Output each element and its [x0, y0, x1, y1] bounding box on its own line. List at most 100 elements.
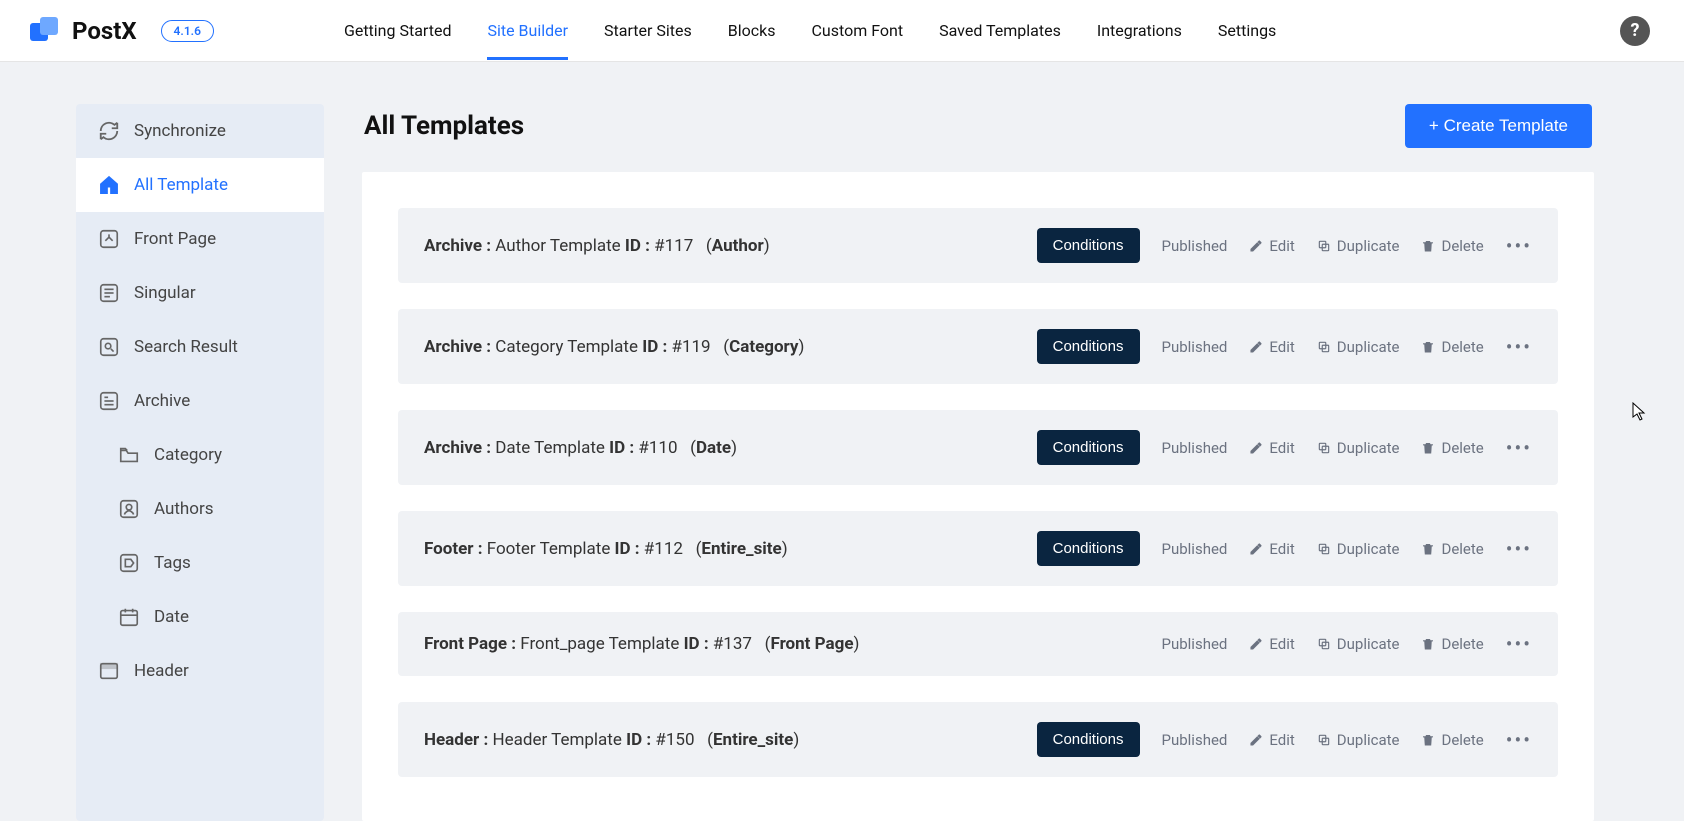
edit-action[interactable]: Edit	[1249, 731, 1294, 749]
more-icon[interactable]: •••	[1506, 537, 1532, 561]
header-icon	[98, 660, 120, 682]
help-icon[interactable]: ?	[1620, 16, 1650, 46]
template-actions: Published Edit Duplicate Delete •••	[1162, 632, 1533, 656]
template-label: Archive : Category Template ID : #119 (C…	[424, 337, 804, 357]
edit-action[interactable]: Edit	[1249, 338, 1294, 356]
sidebar-item-front-page[interactable]: Front Page	[76, 212, 324, 266]
status-published: Published	[1162, 338, 1228, 356]
singular-icon	[98, 282, 120, 304]
front-icon	[98, 228, 120, 250]
conditions-button[interactable]: Conditions	[1037, 228, 1140, 263]
topnav-item-integrations[interactable]: Integrations	[1097, 3, 1182, 58]
more-icon[interactable]: •••	[1506, 728, 1532, 752]
sidebar-item-tags[interactable]: Tags	[76, 536, 324, 590]
home-icon	[98, 174, 120, 196]
edit-action[interactable]: Edit	[1249, 237, 1294, 255]
more-icon[interactable]: •••	[1506, 436, 1532, 460]
sidebar-item-synchronize[interactable]: Synchronize	[76, 104, 324, 158]
sidebar-item-label: Date	[154, 607, 189, 627]
sidebar-item-label: Authors	[154, 499, 214, 519]
template-row: Archive : Author Template ID : #117 (Aut…	[398, 208, 1558, 283]
sidebar-item-label: Category	[154, 445, 222, 465]
more-icon[interactable]: •••	[1506, 632, 1532, 656]
status-published: Published	[1162, 439, 1228, 457]
sidebar-item-search-result[interactable]: Search Result	[76, 320, 324, 374]
template-list: Archive : Author Template ID : #117 (Aut…	[362, 172, 1594, 821]
archive-icon	[98, 390, 120, 412]
template-actions: Conditions Published Edit Duplicate Delete ••…	[1037, 228, 1532, 263]
delete-action[interactable]: Delete	[1421, 237, 1483, 255]
sidebar-item-label: Archive	[134, 391, 190, 411]
topnav-item-getting-started[interactable]: Getting Started	[344, 3, 452, 58]
sidebar-item-all-template[interactable]: All Template	[76, 158, 324, 212]
search-icon	[98, 336, 120, 358]
content-header: All Templates + Create Template	[362, 104, 1594, 148]
status-published: Published	[1162, 731, 1228, 749]
status-published: Published	[1162, 635, 1228, 653]
sync-icon	[98, 120, 120, 142]
topnav-item-saved-templates[interactable]: Saved Templates	[939, 3, 1061, 58]
sidebar-item-category[interactable]: Category	[76, 428, 324, 482]
top-navigation: Getting Started Site Builder Starter Sites…	[344, 3, 1276, 58]
more-icon[interactable]: •••	[1506, 234, 1532, 258]
brand-logo[interactable]: PostX 4.1.6	[30, 17, 214, 45]
status-published: Published	[1162, 237, 1228, 255]
conditions-button[interactable]: Conditions	[1037, 722, 1140, 757]
template-row: Archive : Category Template ID : #119 (C…	[398, 309, 1558, 384]
authors-icon	[118, 498, 140, 520]
delete-action[interactable]: Delete	[1421, 731, 1483, 749]
conditions-button[interactable]: Conditions	[1037, 430, 1140, 465]
template-actions: Conditions Published Edit Duplicate Delete ••…	[1037, 722, 1532, 757]
template-label: Header : Header Template ID : #150 (Enti…	[424, 730, 799, 750]
create-template-button[interactable]: + Create Template	[1405, 104, 1592, 148]
duplicate-action[interactable]: Duplicate	[1317, 731, 1400, 749]
template-actions: Conditions Published Edit Duplicate Delete ••…	[1037, 531, 1532, 566]
topnav-item-settings[interactable]: Settings	[1218, 3, 1276, 58]
delete-action[interactable]: Delete	[1421, 540, 1483, 558]
template-row: Archive : Date Template ID : #110 (Date)…	[398, 410, 1558, 485]
template-row: Front Page : Front_page Template ID : #1…	[398, 612, 1558, 676]
duplicate-action[interactable]: Duplicate	[1317, 635, 1400, 653]
delete-action[interactable]: Delete	[1421, 439, 1483, 457]
template-row: Header : Header Template ID : #150 (Enti…	[398, 702, 1558, 777]
sidebar-item-authors[interactable]: Authors	[76, 482, 324, 536]
delete-action[interactable]: Delete	[1421, 338, 1483, 356]
sidebar-item-label: Front Page	[134, 229, 216, 249]
tags-icon	[118, 552, 140, 574]
template-label: Front Page : Front_page Template ID : #1…	[424, 634, 859, 654]
sidebar-item-label: Search Result	[134, 337, 238, 357]
sidebar-item-header[interactable]: Header	[76, 644, 324, 698]
status-published: Published	[1162, 540, 1228, 558]
conditions-button[interactable]: Conditions	[1037, 329, 1140, 364]
sidebar-item-archive[interactable]: Archive	[76, 374, 324, 428]
duplicate-action[interactable]: Duplicate	[1317, 540, 1400, 558]
template-actions: Conditions Published Edit Duplicate Delete ••…	[1037, 430, 1532, 465]
brand-name: PostX	[72, 17, 137, 45]
conditions-button[interactable]: Conditions	[1037, 531, 1140, 566]
duplicate-action[interactable]: Duplicate	[1317, 338, 1400, 356]
topnav-item-custom-font[interactable]: Custom Font	[812, 3, 904, 58]
delete-action[interactable]: Delete	[1421, 635, 1483, 653]
sidebar-item-date[interactable]: Date	[76, 590, 324, 644]
sidebar-item-label: Singular	[134, 283, 196, 303]
template-row: Footer : Footer Template ID : #112 (Enti…	[398, 511, 1558, 586]
edit-action[interactable]: Edit	[1249, 439, 1294, 457]
topbar: PostX 4.1.6 Getting Started Site Builder S…	[0, 0, 1684, 62]
topnav-item-site-builder[interactable]: Site Builder	[487, 3, 568, 58]
topnav-item-starter-sites[interactable]: Starter Sites	[604, 3, 692, 58]
sidebar-item-label: All Template	[134, 175, 228, 195]
template-label: Archive : Date Template ID : #110 (Date)	[424, 438, 737, 458]
sidebar: Synchronize All Template Front Page Singula…	[76, 104, 324, 821]
duplicate-action[interactable]: Duplicate	[1317, 439, 1400, 457]
topnav-item-blocks[interactable]: Blocks	[728, 3, 776, 58]
duplicate-action[interactable]: Duplicate	[1317, 237, 1400, 255]
sidebar-item-singular[interactable]: Singular	[76, 266, 324, 320]
template-label: Footer : Footer Template ID : #112 (Enti…	[424, 539, 788, 559]
main-area: Synchronize All Template Front Page Singula…	[0, 62, 1684, 821]
edit-action[interactable]: Edit	[1249, 540, 1294, 558]
sidebar-item-label: Tags	[154, 553, 191, 573]
template-label: Archive : Author Template ID : #117 (Aut…	[424, 236, 770, 256]
date-icon	[118, 606, 140, 628]
edit-action[interactable]: Edit	[1249, 635, 1294, 653]
more-icon[interactable]: •••	[1506, 335, 1532, 359]
